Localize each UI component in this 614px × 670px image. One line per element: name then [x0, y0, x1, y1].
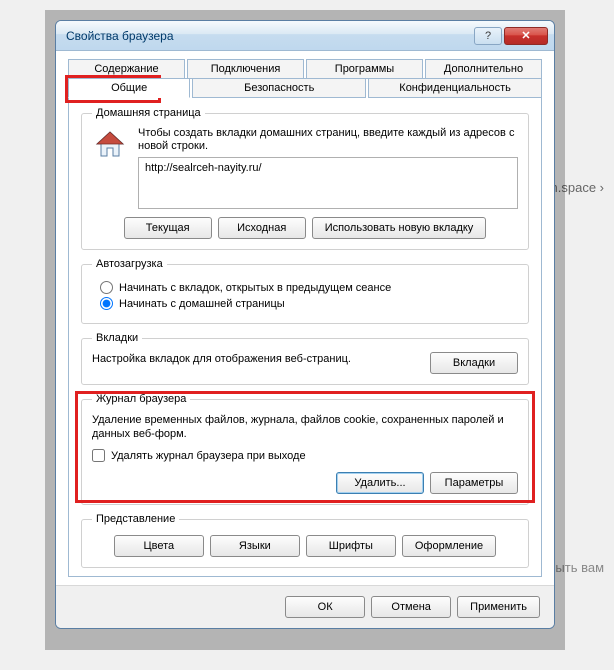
- homepage-url-value: http://sealrceh-nayity.ru/: [145, 162, 262, 174]
- tab-general[interactable]: Общие: [68, 78, 190, 98]
- tabs-row-bottom: Общие Безопасность Конфиденциальность: [68, 78, 542, 98]
- startup-last-session-radio[interactable]: [100, 281, 113, 294]
- close-button[interactable]: ✕: [504, 27, 548, 45]
- help-button[interactable]: ?: [474, 27, 502, 45]
- delete-on-exit-checkbox[interactable]: [92, 449, 105, 462]
- group-startup: Автозагрузка Начинать с вкладок, открыты…: [81, 258, 529, 324]
- apply-button[interactable]: Применить: [457, 596, 540, 618]
- tab-programs[interactable]: Программы: [306, 59, 423, 79]
- history-description: Удаление временных файлов, журнала, файл…: [92, 413, 518, 441]
- group-browser-history: Журнал браузера Удаление временных файло…: [81, 393, 529, 505]
- tab-privacy[interactable]: Конфиденциальность: [368, 78, 542, 98]
- titlebar: Свойства браузера ? ✕: [56, 21, 554, 51]
- tab-security[interactable]: Безопасность: [192, 78, 366, 98]
- startup-homepage-radio[interactable]: [100, 297, 113, 310]
- group-presentation: Представление Цвета Языки Шрифты Оформле…: [81, 513, 529, 568]
- tab-connections[interactable]: Подключения: [187, 59, 304, 79]
- group-homepage: Домашняя страница Чтобы создать вкладки …: [81, 107, 529, 250]
- internet-properties-dialog: Свойства браузера ? ✕ Содержание Подключ…: [55, 20, 555, 629]
- tab-content[interactable]: Содержание: [68, 59, 185, 79]
- accessibility-button[interactable]: Оформление: [402, 535, 496, 557]
- tab-advanced[interactable]: Дополнительно: [425, 59, 542, 79]
- fonts-button[interactable]: Шрифты: [306, 535, 396, 557]
- help-icon: ?: [485, 30, 491, 42]
- tabs-settings-button[interactable]: Вкладки: [430, 352, 518, 374]
- use-newtab-button[interactable]: Использовать новую вкладку: [312, 217, 487, 239]
- startup-homepage-label: Начинать с домашней страницы: [119, 298, 285, 310]
- dialog-title: Свойства браузера: [66, 29, 474, 43]
- cancel-button[interactable]: Отмена: [371, 596, 451, 618]
- home-icon: [92, 127, 128, 163]
- startup-last-session-label: Начинать с вкладок, открытых в предыдуще…: [119, 282, 391, 294]
- group-tabs-legend: Вкладки: [92, 332, 142, 344]
- delete-on-exit-label: Удалять журнал браузера при выходе: [111, 450, 306, 462]
- tabs-row-top: Содержание Подключения Программы Дополни…: [68, 59, 542, 79]
- colors-button[interactable]: Цвета: [114, 535, 204, 557]
- group-tabs: Вкладки Настройка вкладок для отображени…: [81, 332, 529, 385]
- group-startup-legend: Автозагрузка: [92, 258, 167, 270]
- group-presentation-legend: Представление: [92, 513, 179, 525]
- tabs-description: Настройка вкладок для отображения веб-ст…: [92, 352, 351, 366]
- ok-button[interactable]: ОК: [285, 596, 365, 618]
- use-default-button[interactable]: Исходная: [218, 217, 306, 239]
- use-current-button[interactable]: Текущая: [124, 217, 212, 239]
- group-browser-history-legend: Журнал браузера: [92, 393, 190, 405]
- languages-button[interactable]: Языки: [210, 535, 300, 557]
- dialog-footer: ОК Отмена Применить: [56, 585, 554, 628]
- tab-panel-general: Домашняя страница Чтобы создать вкладки …: [68, 97, 542, 577]
- close-icon: ✕: [521, 29, 530, 42]
- group-homepage-legend: Домашняя страница: [92, 107, 205, 119]
- homepage-url-input[interactable]: http://sealrceh-nayity.ru/: [138, 157, 518, 209]
- homepage-description: Чтобы создать вкладки домашних страниц, …: [138, 127, 518, 153]
- delete-history-button[interactable]: Удалить...: [336, 472, 424, 494]
- history-params-button[interactable]: Параметры: [430, 472, 518, 494]
